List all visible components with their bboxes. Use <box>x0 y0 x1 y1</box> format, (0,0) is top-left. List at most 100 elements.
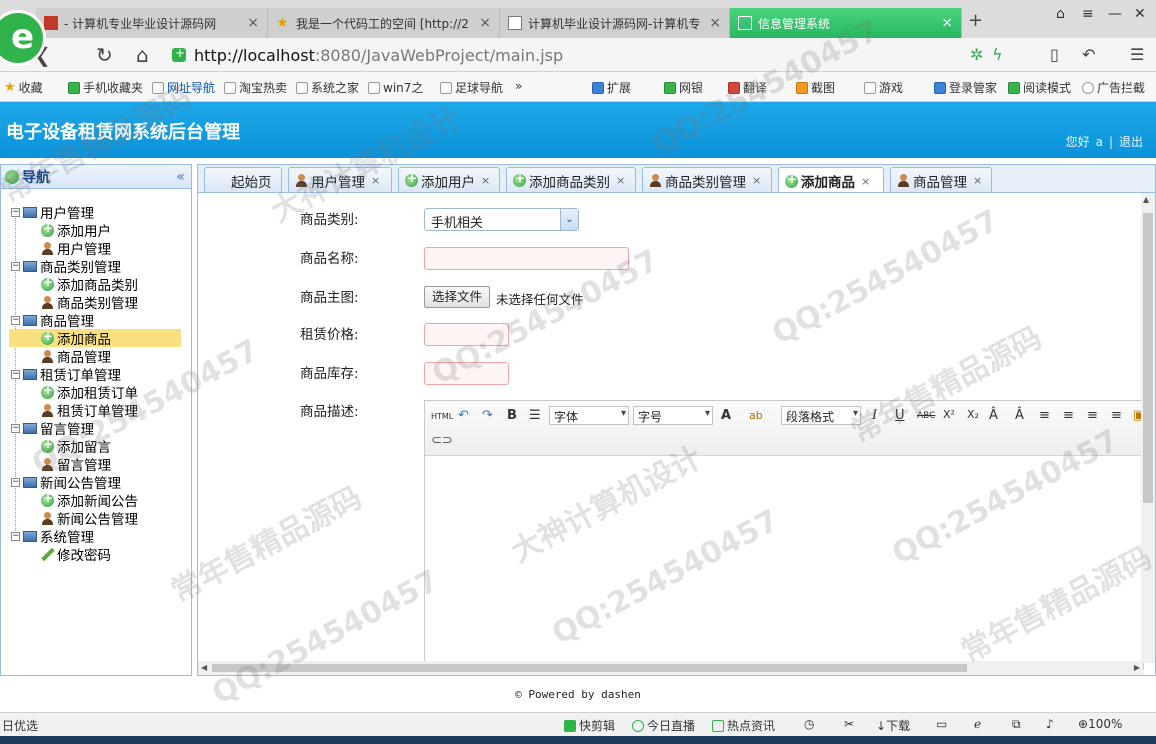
new-tab-button[interactable]: + <box>968 10 983 31</box>
bookmark-taobao[interactable]: 淘宝热卖 <box>224 79 287 96</box>
nav-item-change-password[interactable]: 修改密码 <box>1 545 191 564</box>
nav-group-category[interactable]: − 商品类别管理 <box>1 257 191 276</box>
nav-item-order-manage[interactable]: 租赁订单管理 <box>1 401 191 420</box>
close-tab-icon[interactable]: × <box>371 174 380 187</box>
skin-icon[interactable]: ⌂ <box>1056 6 1065 22</box>
bank-menu[interactable]: 网银 <box>664 79 703 96</box>
font-size-select[interactable]: 字号 <box>633 406 713 425</box>
scroll-left-icon[interactable]: ◀ <box>201 663 207 672</box>
html-source-button[interactable]: HTML <box>431 412 453 421</box>
close-tab-icon[interactable]: × <box>861 175 870 188</box>
close-window-icon[interactable]: ✕ <box>1134 6 1146 22</box>
indent-icon[interactable]: ☰ <box>529 408 541 423</box>
subscript-button[interactable]: X₂ <box>967 408 979 421</box>
nav-item-add-news[interactable]: 添加新闻公告 <box>1 491 191 510</box>
nav-item-message-manage[interactable]: 留言管理 <box>1 455 191 474</box>
redo-icon[interactable]: ↷ <box>482 408 493 423</box>
close-tab-icon[interactable]: × <box>709 15 721 31</box>
bookmark-nav[interactable]: 网址导航 <box>152 79 215 96</box>
nav-group-products[interactable]: − 商品管理 <box>1 311 191 330</box>
phone-icon[interactable]: ▯ <box>1050 45 1059 64</box>
close-tab-icon[interactable]: × <box>479 15 491 31</box>
lightning-icon[interactable]: ϟ <box>992 45 1003 64</box>
refresh-icon[interactable]: ↻ <box>96 43 113 67</box>
close-tab-icon[interactable]: × <box>616 174 625 187</box>
justify-icon[interactable]: ≡ <box>1111 408 1122 423</box>
link-icon[interactable]: ⊂⊃ <box>431 433 453 448</box>
bookmark-favorites[interactable]: ★ 收藏 <box>4 79 43 96</box>
ad-block[interactable]: 广告拦截 <box>1082 79 1145 96</box>
expand-toggle-icon[interactable]: − <box>11 207 20 217</box>
nav-group-users[interactable]: − 用户管理 <box>1 203 191 222</box>
url-field[interactable]: http://localhost :8080/JavaWebProject/ma… <box>172 43 952 67</box>
font-family-select[interactable]: 字体 <box>549 406 629 425</box>
nav-item-add-order[interactable]: 添加租赁订单 <box>1 383 191 402</box>
choose-file-button[interactable]: 选择文件 <box>424 286 491 308</box>
scroll-right-icon[interactable]: ▶ <box>1134 663 1140 672</box>
scroll-thumb[interactable] <box>1143 213 1153 503</box>
nav-group-news[interactable]: − 新闻公告管理 <box>1 473 191 492</box>
underline-button[interactable]: U <box>895 408 905 423</box>
browser-tab-2[interactable]: ★ 我是一个代码工的空间 [http://2 × <box>268 8 500 38</box>
superscript-button[interactable]: X² <box>943 408 955 421</box>
home-icon[interactable]: ⌂ <box>136 43 149 67</box>
copy-icon[interactable]: ⧉ <box>1012 717 1021 732</box>
strikethrough-button[interactable]: ABC <box>917 411 935 421</box>
bookmarks-more[interactable]: » <box>515 79 522 93</box>
horizontal-scrollbar[interactable]: ◀ ▶ <box>198 661 1143 675</box>
login-manager[interactable]: 登录管家 <box>934 79 997 96</box>
ie-icon[interactable]: ℯ <box>974 717 981 731</box>
news-item[interactable]: 热点资讯 <box>712 717 775 734</box>
category-select[interactable]: 手机相关 ⌄ <box>424 208 579 231</box>
nav-item-add-category[interactable]: 添加商品类别 <box>1 275 191 294</box>
screenshot-menu[interactable]: 截图 <box>796 79 835 96</box>
nav-item-add-user[interactable]: 添加用户 <box>1 221 191 240</box>
minimize-icon[interactable]: — <box>1108 6 1122 22</box>
align-right-icon[interactable]: ≡ <box>1087 408 1098 423</box>
nav-group-orders[interactable]: − 租赁订单管理 <box>1 365 191 384</box>
zoom-control[interactable]: ⊕ 100% <box>1078 717 1122 731</box>
paragraph-format-select[interactable]: 段落格式 <box>781 406 861 425</box>
nav-group-messages[interactable]: − 留言管理 <box>1 419 191 438</box>
live-item[interactable]: 今日直播 <box>632 717 695 734</box>
nav-item-news-manage[interactable]: 新闻公告管理 <box>1 509 191 528</box>
close-tab-icon[interactable]: × <box>481 174 490 187</box>
tab-user-manage[interactable]: 用户管理 × <box>288 167 392 193</box>
nav-item-add-message[interactable]: 添加留言 <box>1 437 191 456</box>
tab-category-manage[interactable]: 商品类别管理 × <box>642 167 772 193</box>
tab-product-manage[interactable]: 商品管理 × <box>890 167 992 193</box>
align-left-icon[interactable]: ≡ <box>1039 408 1050 423</box>
status-left[interactable]: 日优选 <box>2 717 38 734</box>
undo-icon[interactable]: ↶ <box>1082 45 1095 64</box>
speed-icon[interactable]: ◷ <box>804 717 814 731</box>
nav-item-category-manage[interactable]: 商品类别管理 <box>1 293 191 312</box>
expand-toggle-icon[interactable]: − <box>11 423 20 433</box>
tab-add-user[interactable]: 添加用户× <box>398 167 500 193</box>
browser-tab-3[interactable]: 计算机毕业设计源码网-计算机专 × <box>500 8 730 38</box>
product-name-input[interactable] <box>424 247 629 270</box>
close-tab-icon[interactable]: × <box>752 174 761 187</box>
collapse-icon[interactable]: « <box>176 169 185 185</box>
browser-tab-1[interactable]: - 计算机专业毕业设计源码网 × <box>36 8 268 38</box>
expand-toggle-icon[interactable]: − <box>11 315 20 325</box>
speedup-icon[interactable]: ✲ <box>970 45 983 64</box>
menu-icon[interactable]: ≡ <box>1082 6 1094 22</box>
bookmark-football[interactable]: 足球导航 <box>440 79 503 96</box>
reading-mode[interactable]: 阅读模式 <box>1008 79 1071 96</box>
expand-toggle-icon[interactable]: − <box>11 261 20 271</box>
close-tab-icon[interactable]: × <box>941 15 953 31</box>
expand-toggle-icon[interactable]: − <box>11 369 20 379</box>
highlight-button[interactable]: ab <box>749 409 763 422</box>
games-menu[interactable]: 游戏 <box>864 79 903 96</box>
bold-button[interactable]: B <box>507 408 517 423</box>
align-center-icon[interactable]: ≡ <box>1063 408 1074 423</box>
translate-menu[interactable]: 翻译 <box>728 79 767 96</box>
clear-format-icon[interactable]: Â <box>989 408 998 423</box>
nav-item-add-product[interactable]: 添加商品 <box>1 329 191 348</box>
hamburger-menu-icon[interactable]: ☰ <box>1130 45 1144 64</box>
bookmark-win7[interactable]: win7之 <box>368 79 423 96</box>
tab-home[interactable]: 起始页 <box>204 167 282 193</box>
stock-input[interactable] <box>424 362 509 385</box>
vertical-scrollbar[interactable]: ▲ <box>1141 193 1155 663</box>
editor-body[interactable] <box>425 456 1143 669</box>
